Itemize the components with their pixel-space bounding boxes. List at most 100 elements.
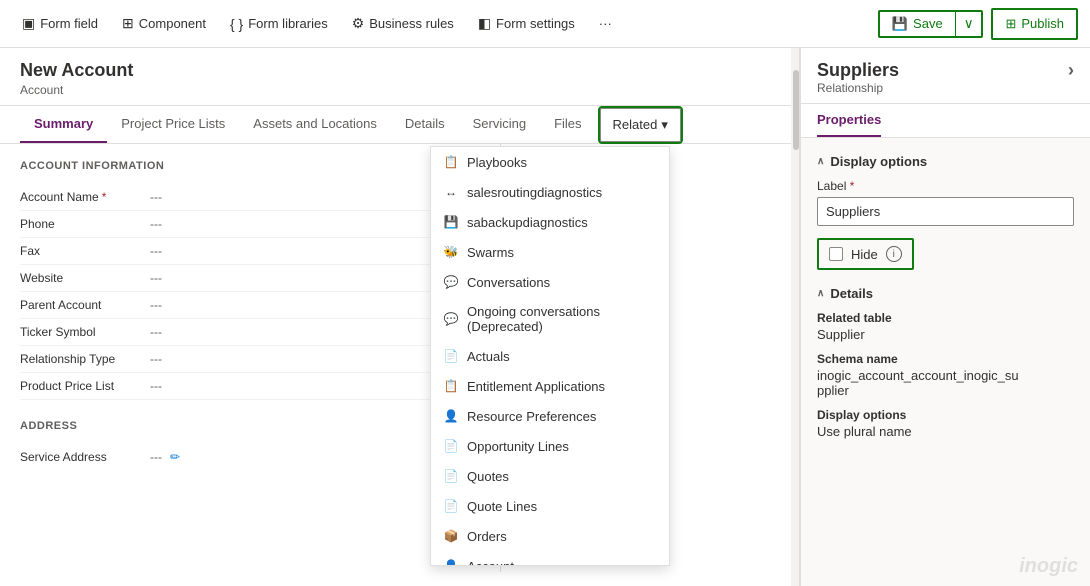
panel-subtitle: Relationship [817,81,1074,95]
dropdown-item-salesrouting[interactable]: ↔ salesroutingdiagnostics [431,177,669,207]
toolbar-right: 💾 Save ∨ ⊞ Publish [878,8,1078,40]
label-required-star: * [850,179,855,193]
relationship-type-label: Relationship Type [20,352,150,366]
dropdown-item-quote-lines[interactable]: 📄 Quote Lines [431,491,669,521]
salesrouting-icon: ↔ [443,184,459,200]
parent-account-label: Parent Account [20,298,150,312]
toolbar-component[interactable]: ⊞ Component [112,9,216,38]
account-info-section-title: ACCOUNT INFORMATION [20,160,480,172]
hide-info-icon[interactable]: i [886,246,902,262]
quote-lines-icon: 📄 [443,498,459,514]
hide-label: Hide [851,247,878,262]
edit-icon[interactable]: ✏ [170,450,180,462]
hide-checkbox-row: Hide i [817,238,914,270]
main-container: New Account Account Summary Project Pric… [0,48,1090,586]
tab-files[interactable]: Files [540,106,595,143]
tab-summary[interactable]: Summary [20,106,107,143]
tab-assets-locations[interactable]: Assets and Locations [239,106,391,143]
panel-expand-icon[interactable]: › [1068,60,1074,81]
form-body-fields: ACCOUNT INFORMATION Account Name * --- P… [0,144,500,462]
bottom-display-options-label: Display options [817,408,1074,422]
related-table-field: Related table Supplier [817,311,1074,342]
quotes-icon: 📄 [443,468,459,484]
dropdown-item-account[interactable]: 👤 Account [431,551,669,566]
dropdown-item-entitlement[interactable]: 📋 Entitlement Applications [431,371,669,401]
inogic-watermark: inogic [1019,555,1078,578]
dropdown-item-conversations[interactable]: 💬 Conversations [431,267,669,297]
display-options-chevron: ∧ [817,156,824,167]
toolbar-more[interactable]: ··· [589,10,622,37]
dropdown-item-actuals[interactable]: 📄 Actuals [431,341,669,371]
bottom-display-options-value: Use plural name [817,424,1074,439]
tab-details[interactable]: Details [391,106,459,143]
form-header: New Account Account [0,48,799,106]
details-section-header: ∧ Details [817,286,1074,301]
tab-related[interactable]: Related ▾ [600,108,681,142]
dropdown-item-sabackup[interactable]: 💾 sabackupdiagnostics [431,207,669,237]
schema-name-value: inogic_account_account_inogic_supplier [817,368,1074,398]
save-icon: 💾 [892,16,908,32]
ongoing-conversations-icon: 💬 [443,311,459,327]
account-icon: 👤 [443,558,459,566]
opportunity-lines-icon: 📄 [443,438,459,454]
form-scrollbar[interactable] [791,48,799,586]
chevron-down-icon: ∨ [964,16,974,32]
more-icon: ··· [599,16,612,31]
hide-checkbox[interactable] [829,247,843,261]
dropdown-item-opportunity-lines[interactable]: 📄 Opportunity Lines [431,431,669,461]
field-relationship-type: Relationship Type --- [20,346,480,373]
details-section: ∧ Details Related table Supplier Schema … [817,286,1074,439]
dropdown-item-resource-prefs[interactable]: 👤 Resource Preferences [431,401,669,431]
phone-label: Phone [20,217,150,231]
fax-label: Fax [20,244,150,258]
related-dropdown-menu: 📋 Playbooks ↔ salesroutingdiagnostics 💾 … [430,146,670,566]
related-chevron-icon: ▾ [661,117,668,133]
schema-name-field: Schema name inogic_account_account_inogi… [817,352,1074,398]
dropdown-item-quotes[interactable]: 📄 Quotes [431,461,669,491]
related-table-label: Related table [817,311,1074,325]
entitlement-icon: 📋 [443,378,459,394]
tab-project-price-lists[interactable]: Project Price Lists [107,106,239,143]
tab-servicing[interactable]: Servicing [459,106,540,143]
label-input[interactable] [817,197,1074,226]
component-icon: ⊞ [122,15,134,32]
save-dropdown-button[interactable]: ∨ [956,12,982,36]
conversations-icon: 💬 [443,274,459,290]
dropdown-item-playbooks[interactable]: 📋 Playbooks [431,147,669,177]
field-product-price-list: Product Price List --- [20,373,480,400]
form-libraries-icon: { } [230,16,243,32]
toolbar-form-libraries[interactable]: { } Form libraries [220,10,338,38]
sabackup-icon: 💾 [443,214,459,230]
field-service-address: Service Address --- ✏ [20,444,480,462]
schema-name-label: Schema name [817,352,1074,366]
save-button-group: 💾 Save ∨ [878,10,984,38]
playbooks-icon: 📋 [443,154,459,170]
orders-icon: 📦 [443,528,459,544]
save-button[interactable]: 💾 Save [880,12,956,36]
toolbar-form-settings[interactable]: ◧ Form settings [468,9,585,38]
panel-title-text: Suppliers [817,60,899,81]
dropdown-item-swarms[interactable]: 🐝 Swarms [431,237,669,267]
swarms-icon: 🐝 [443,244,459,260]
field-account-name: Account Name * --- [20,184,480,211]
service-address-label: Service Address [20,450,150,462]
website-label: Website [20,271,150,285]
actuals-icon: 📄 [443,348,459,364]
address-section-title: ADDRESS [20,420,480,432]
form-subtitle: Account [20,83,779,97]
publish-button[interactable]: ⊞ Publish [991,8,1078,40]
display-options-header: ∧ Display options [817,154,1074,169]
dropdown-item-ongoing-conversations[interactable]: 💬 Ongoing conversations (Deprecated) [431,297,669,341]
panel-tabs: Properties [801,104,1090,138]
field-phone: Phone --- [20,211,480,238]
form-body-split: ACCOUNT INFORMATION Account Name * --- P… [0,144,799,572]
required-star: * [102,190,107,204]
details-title: Details [830,286,873,301]
product-price-list-label: Product Price List [20,379,150,393]
panel-tab-properties[interactable]: Properties [817,104,881,137]
toolbar-form-field[interactable]: ▣ Form field [12,9,108,38]
dropdown-item-orders[interactable]: 📦 Orders [431,521,669,551]
field-ticker-symbol: Ticker Symbol --- [20,319,480,346]
form-settings-icon: ◧ [478,15,491,32]
toolbar-business-rules[interactable]: ⚙ Business rules [342,9,464,38]
